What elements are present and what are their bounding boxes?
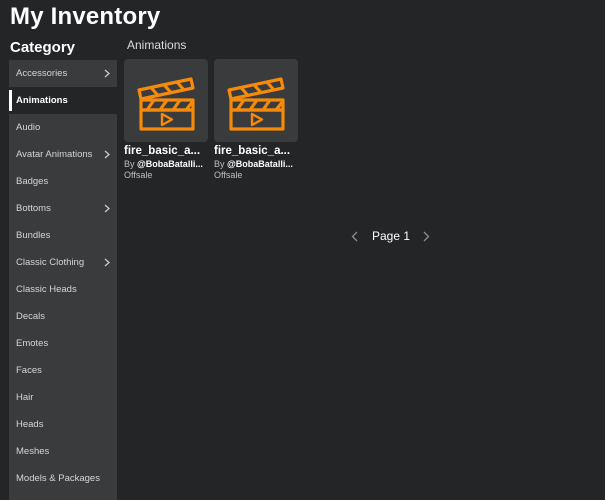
sidebar-item-label: Classic Clothing [16,257,85,268]
sidebar-item-models-packages[interactable]: Models & Packages [9,465,117,492]
chevron-right-icon [423,231,429,241]
sidebar-item-label: Hair [16,392,34,403]
creator-link[interactable]: @BobaBatalli... [227,159,293,169]
chevron-right-icon [102,195,112,222]
sidebar-item-label: Bottoms [16,203,51,214]
sidebar-item-hair[interactable]: Hair [9,384,117,411]
next-page-button[interactable] [418,226,434,246]
sidebar-item-classic-clothing[interactable]: Classic Clothing [9,249,117,276]
sidebar-item-avatar-animations[interactable]: Avatar Animations [9,141,117,168]
category-sidebar: Accessories Animations Audio Avatar Anim… [9,60,117,500]
sidebar-item-accessories[interactable]: Accessories [9,60,117,87]
sidebar-item-label: Models & Packages [16,473,100,484]
item-name[interactable]: fire_basic_a... [214,145,299,157]
inventory-page: My Inventory Category Animations Accesso… [0,0,605,500]
sidebar-item-label: Audio [16,122,41,133]
sidebar-item-label: Accessories [16,68,68,79]
category-heading: Category [10,39,76,56]
sidebar-item-emotes[interactable]: Emotes [9,330,117,357]
item-price-status: Offsale [214,170,243,180]
sidebar-item-bottoms[interactable]: Bottoms [9,195,117,222]
by-label: By [124,159,135,169]
sidebar-item-label: Meshes [16,446,50,457]
sidebar-item-faces[interactable]: Faces [9,357,117,384]
item-card[interactable]: fire_basic_a... By @BobaBatalli... Offsa… [124,59,209,185]
sidebar-item-audio[interactable]: Audio [9,114,117,141]
sidebar-item-label: Badges [16,176,49,187]
sidebar-item-animations[interactable]: Animations [9,87,117,114]
page-title: My Inventory [10,3,161,30]
sidebar-item-label: Classic Heads [16,284,77,295]
sidebar-item-label: Bundles [16,230,51,241]
sidebar-item-badges[interactable]: Badges [9,168,117,195]
sidebar-item-label: Faces [16,365,42,376]
previous-page-button[interactable] [346,226,362,246]
item-thumbnail[interactable] [124,59,208,142]
sidebar-item-bundles[interactable]: Bundles [9,222,117,249]
chevron-right-icon [102,141,112,168]
item-name[interactable]: fire_basic_a... [124,145,209,157]
clapperboard-play-icon [227,76,285,131]
sidebar-item-label: Decals [16,311,46,322]
item-creator: By @BobaBatalli... [124,159,204,169]
page-indicator: Page 1 [372,229,411,243]
chevron-left-icon [351,231,357,241]
item-creator: By @BobaBatalli... [214,159,294,169]
sidebar-item-heads[interactable]: Heads [9,411,117,438]
by-label: By [214,159,225,169]
sidebar-item-label: Animations [16,95,68,106]
sidebar-item-decals[interactable]: Decals [9,303,117,330]
pagination: Page 1 [346,226,434,246]
section-heading: Animations [127,38,187,52]
item-card[interactable]: fire_basic_a... By @BobaBatalli... Offsa… [214,59,299,185]
item-thumbnail[interactable] [214,59,298,142]
chevron-right-icon [102,60,112,87]
item-price-status: Offsale [124,170,153,180]
sidebar-item-label: Avatar Animations [16,149,93,160]
sidebar-item-label: Emotes [16,338,49,349]
creator-link[interactable]: @BobaBatalli... [137,159,203,169]
sidebar-item-classic-heads[interactable]: Classic Heads [9,276,117,303]
sidebar-item-meshes[interactable]: Meshes [9,438,117,465]
clapperboard-play-icon [137,76,195,131]
sidebar-item-label: Heads [16,419,44,430]
chevron-right-icon [102,249,112,276]
